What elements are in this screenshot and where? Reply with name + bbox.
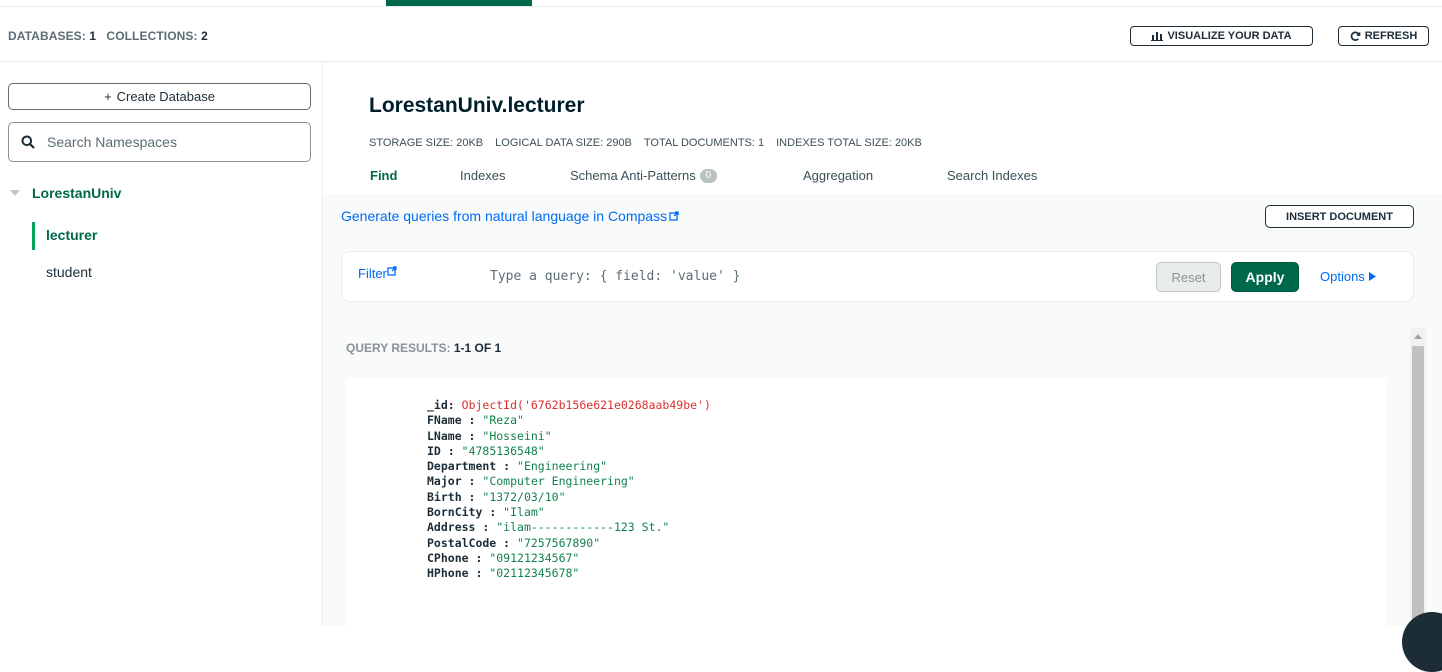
document-field: CPhone : "09121234567" <box>427 550 580 565</box>
filter-link[interactable]: Filter <box>358 266 397 281</box>
external-link-icon <box>669 211 679 221</box>
count-badge: 0 <box>699 168 717 183</box>
refresh-label: REFRESH <box>1364 30 1418 42</box>
scroll-up-arrow-icon[interactable] <box>1414 334 1422 339</box>
search-icon <box>21 135 35 149</box>
external-link-icon <box>387 266 397 276</box>
filter-query-input[interactable] <box>488 268 1092 285</box>
query-results-summary: QUERY RESULTS: 1-1 OF 1 <box>346 341 501 355</box>
tab-find[interactable]: Find <box>370 168 460 183</box>
header-divider <box>0 61 1442 62</box>
document-field: ID : "4785136548" <box>427 443 545 458</box>
document-field: HPhone : "02112345678" <box>427 566 580 581</box>
collections-label: COLLECTIONS: <box>106 29 198 43</box>
tab-aggregation[interactable]: Aggregation <box>803 168 947 183</box>
apply-button[interactable]: Apply <box>1231 262 1299 292</box>
document-view: _id: ObjectId('6762b156e621e0268aab49be'… <box>427 398 711 582</box>
document-field: FName : "Reza" <box>427 413 524 428</box>
document-field: Department : "Engineering" <box>427 459 608 474</box>
stat-storage-size: STORAGE SIZE: 20KB <box>369 137 484 149</box>
generate-queries-text: Generate queries from natural language i… <box>341 208 668 224</box>
collection-stats: STORAGE SIZE: 20KB LOGICAL DATA SIZE: 29… <box>369 137 922 149</box>
options-button[interactable]: Options <box>1320 269 1376 284</box>
document-field: LName : "Hosseini" <box>427 428 552 443</box>
reset-button[interactable]: Reset <box>1156 262 1221 292</box>
tab-indexes[interactable]: Indexes <box>460 168 570 183</box>
tab-search-indexes[interactable]: Search Indexes <box>947 168 1037 183</box>
search-namespaces-field[interactable] <box>8 122 311 162</box>
generate-queries-link[interactable]: Generate queries from natural language i… <box>341 208 679 224</box>
document-field: PostalCode : "7257567890" <box>427 535 601 550</box>
databases-label: DATABASES: <box>8 29 86 43</box>
collection-tabs: Find Indexes Schema Anti-Patterns 0 Aggr… <box>370 168 1037 183</box>
query-results-count: 1-1 OF 1 <box>453 341 502 355</box>
tab-schema-anti-patterns-label: Schema Anti-Patterns <box>570 168 696 183</box>
db-collection-counts: DATABASES: 1 COLLECTIONS: 2 <box>8 29 208 43</box>
filter-label: Filter <box>358 266 387 281</box>
field-key: _id <box>427 398 448 412</box>
document-field: Address : "ilam------------123 St." <box>427 520 670 535</box>
refresh-button[interactable]: REFRESH <box>1338 26 1429 46</box>
sidebar-item-lecturer[interactable]: lecturer <box>46 227 97 243</box>
create-database-button[interactable]: + Create Database <box>8 83 311 110</box>
sidebar-item-student[interactable]: student <box>46 264 92 280</box>
databases-count: 1 <box>89 29 97 43</box>
document-field-id: _id: ObjectId('6762b156e621e0268aab49be'… <box>427 398 711 412</box>
caret-down-icon[interactable] <box>10 190 20 196</box>
stat-logical-data-size: LOGICAL DATA SIZE: 290B <box>495 137 632 149</box>
refresh-icon <box>1350 31 1361 41</box>
divider <box>0 6 1442 7</box>
stat-total-documents: TOTAL DOCUMENTS: 1 <box>643 137 765 149</box>
sidebar-database-item[interactable]: LorestanUniv <box>10 185 121 201</box>
visualize-data-button[interactable]: VISUALIZE YOUR DATA <box>1130 26 1313 46</box>
plus-icon: + <box>104 89 112 104</box>
play-triangle-icon <box>1368 272 1376 281</box>
scrollbar-thumb[interactable] <box>1412 346 1424 626</box>
query-results-label: QUERY RESULTS: <box>346 341 451 355</box>
page-title: LorestanUniv.lecturer <box>369 94 585 117</box>
document-field: BornCity : "Ilam" <box>427 505 545 520</box>
insert-document-button[interactable]: INSERT DOCUMENT <box>1265 205 1414 228</box>
stat-indexes-total-size: INDEXES TOTAL SIZE: 20KB <box>776 137 922 149</box>
chart-icon <box>1151 32 1164 41</box>
create-database-label: Create Database <box>116 89 215 104</box>
document-field: Birth : "1372/03/10" <box>427 489 566 504</box>
field-value: ObjectId('6762b156e621e0268aab49be') <box>461 398 711 412</box>
document-field: Major : "Computer Engineering" <box>427 474 635 489</box>
database-name: LorestanUniv <box>32 185 122 201</box>
tab-schema-anti-patterns[interactable]: Schema Anti-Patterns 0 <box>570 168 803 183</box>
active-collection-indicator <box>32 222 35 250</box>
collections-count: 2 <box>201 29 208 43</box>
visualize-data-label: VISUALIZE YOUR DATA <box>1167 30 1292 42</box>
search-namespaces-input[interactable] <box>45 133 289 151</box>
options-label: Options <box>1320 269 1365 284</box>
